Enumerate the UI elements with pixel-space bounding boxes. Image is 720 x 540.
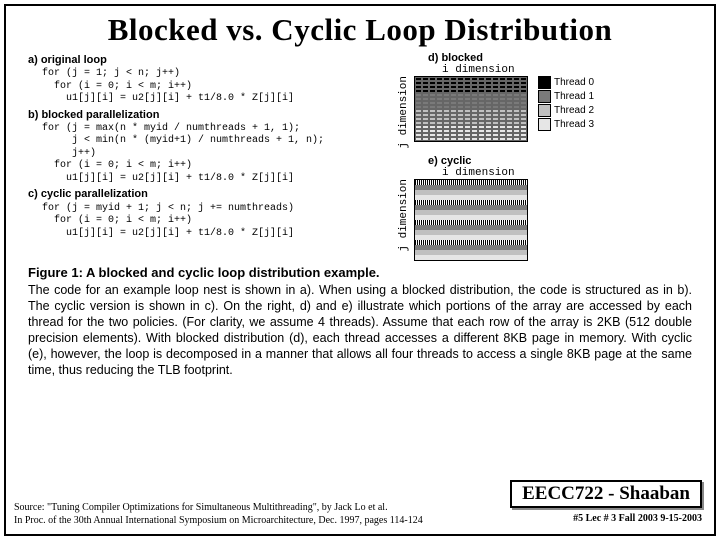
legend-t2: Thread 2	[554, 105, 594, 116]
thread-legend: Thread 0 Thread 1 Thread 2 Thread 3	[538, 76, 594, 131]
legend-row: Thread 1	[538, 90, 594, 103]
swatch-t1	[538, 90, 551, 103]
i-dimension-d: i dimension	[442, 64, 698, 76]
source-line2: In Proc. of the 30th Annual Internationa…	[14, 515, 423, 526]
footer-meta: #5 Lec # 3 Fall 2003 9-15-2003	[573, 513, 702, 524]
swatch-t0	[538, 76, 551, 89]
cyclic-stripes	[414, 179, 528, 261]
j-dimension-d: j dimension	[398, 76, 410, 149]
i-dimension-e: i dimension	[442, 167, 698, 179]
blocked-diagram: j dimension Thread 0 Thread 1 Thread 2 T…	[398, 76, 698, 149]
legend-row: Thread 2	[538, 104, 594, 117]
swatch-t2	[538, 104, 551, 117]
legend-row: Thread 0	[538, 76, 594, 89]
label-a: a) original loop	[28, 54, 398, 67]
diagram-column: d) blocked i dimension j dimension Threa…	[398, 52, 698, 261]
label-c: c) cyclic parallelization	[28, 188, 398, 201]
code-c: for (j = myid + 1; j < n; j += numthread…	[42, 203, 398, 241]
label-b: b) blocked parallelization	[28, 109, 398, 122]
course-box: EECC722 - Shaaban	[510, 480, 702, 508]
legend-t3: Thread 3	[554, 119, 594, 130]
j-dimension-e: j dimension	[398, 179, 410, 252]
cyclic-diagram: j dimension	[398, 179, 698, 261]
slide-title: Blocked vs. Cyclic Loop Distribution	[6, 12, 714, 48]
blocked-grid	[414, 76, 528, 142]
figure-caption-title: Figure 1: A blocked and cyclic loop dist…	[28, 265, 692, 280]
code-column: a) original loop for (j = 1; j < n; j++)…	[28, 52, 398, 261]
legend-row: Thread 3	[538, 118, 594, 131]
source-line1: Source: "Tuning Compiler Optimizations f…	[14, 502, 388, 513]
code-a: for (j = 1; j < n; j++) for (i = 0; i < …	[42, 68, 398, 106]
code-b: for (j = max(n * myid / numthreads + 1, …	[42, 123, 398, 186]
slide-frame: Blocked vs. Cyclic Loop Distribution a) …	[4, 4, 716, 536]
content-row: a) original loop for (j = 1; j < n; j++)…	[28, 52, 698, 261]
source-citation: Source: "Tuning Compiler Optimizations f…	[14, 502, 444, 527]
swatch-t3	[538, 118, 551, 131]
legend-t0: Thread 0	[554, 77, 594, 88]
label-d: d) blocked	[428, 52, 698, 64]
legend-t1: Thread 1	[554, 91, 594, 102]
figure-caption-text: The code for an example loop nest is sho…	[28, 282, 692, 378]
label-e: e) cyclic	[428, 155, 698, 167]
